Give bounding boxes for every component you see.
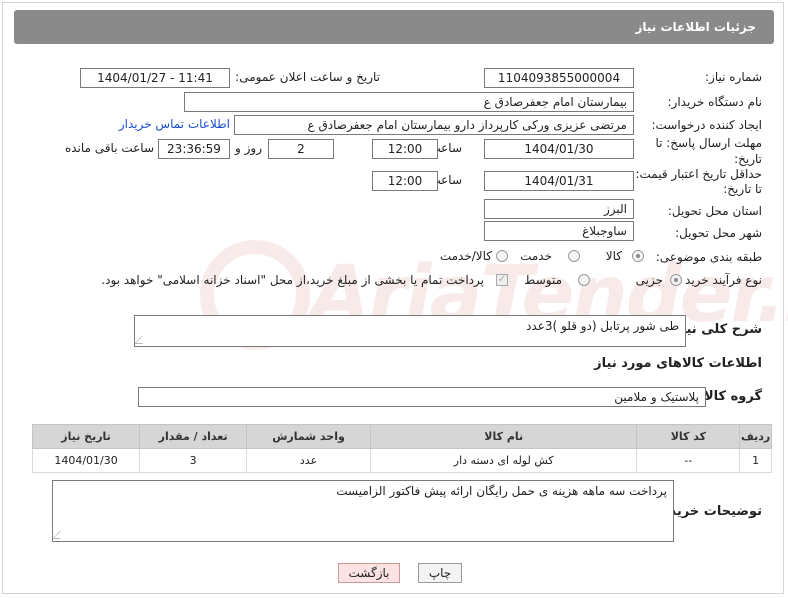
purchase-option-medium: متوسط [524, 273, 562, 287]
price-validity-time-field[interactable]: 12:00 [372, 171, 438, 191]
remaining-time-label: ساعت باقی مانده [64, 141, 154, 155]
price-validity-date-field[interactable]: 1404/01/31 [484, 171, 634, 191]
city-label: شهر محل تحویل: [675, 226, 762, 240]
need-number-field[interactable]: 1104093855000004 [484, 68, 634, 88]
back-button[interactable]: بازگشت [338, 563, 400, 583]
city-field[interactable]: ساوجبلاغ [484, 221, 634, 241]
reply-deadline-label-line2: تاریخ: [734, 152, 762, 166]
items-table: ردیف کد کالا نام کالا واحد شمارش تعداد /… [31, 424, 772, 473]
col-need-date: تاریخ نیاز [31, 424, 141, 449]
buyer-org-label: نام دستگاه خریدار: [667, 95, 763, 109]
need-number-label: شماره نیاز: [705, 70, 762, 84]
province-label: استان محل تحویل: [667, 204, 762, 218]
days-label: روز و [235, 141, 262, 155]
province-field[interactable]: البرز [484, 199, 634, 219]
requester-label: ایجاد کننده درخواست: [651, 118, 762, 132]
buyer-notes-field[interactable]: پرداخت سه ماهه هزینه ی حمل رایگان ارائه … [52, 480, 674, 542]
category-radio-service[interactable] [568, 250, 580, 262]
remaining-time-field[interactable]: 23:36:59 [158, 139, 230, 159]
category-radio-goods[interactable] [632, 250, 644, 262]
days-remaining-field[interactable]: 2 [268, 139, 334, 159]
page-title: جزئیات اطلاعات نیاز [635, 20, 756, 34]
resize-grip-icon[interactable] [134, 336, 150, 344]
col-unit: واحد شمارش [246, 424, 371, 449]
category-option-goods: کالا [605, 249, 622, 263]
category-label: طبقه بندی موضوعی: [655, 250, 762, 264]
treasury-checkbox[interactable]: ✓ [496, 274, 508, 286]
buyer-notes-text: پرداخت سه ماهه هزینه ی حمل رایگان ارائه … [336, 484, 667, 498]
goods-group-label: گروه کالا: [698, 389, 762, 404]
table-header-row: ردیف کد کالا نام کالا واحد شمارش تعداد /… [31, 424, 772, 449]
table-row: 1 -- کش لوله ای دسته دار عدد 3 1404/01/3… [31, 448, 772, 473]
purchase-radio-minor[interactable] [670, 274, 682, 286]
purchase-option-minor: جزیی [635, 273, 663, 287]
col-item-code: کد کالا [636, 424, 741, 449]
col-quantity: تعداد / مقدار [139, 424, 248, 449]
payment-note: پرداخت تمام یا بخشی از مبلغ خرید،از محل … [101, 273, 484, 287]
purchase-radio-medium[interactable] [578, 274, 590, 286]
col-item-name: نام کالا [369, 424, 638, 449]
goods-group-field[interactable]: پلاستیک و ملامین [138, 387, 706, 407]
cell-row-number: 1 [739, 448, 772, 473]
announce-label: تاریخ و ساعت اعلان عمومی: [235, 70, 380, 84]
resize-grip-icon[interactable] [52, 531, 68, 539]
cell-need-date: 1404/01/30 [31, 448, 141, 473]
print-button[interactable]: چاپ [418, 563, 462, 583]
cell-item-name: کش لوله ای دسته دار [369, 448, 638, 473]
col-row-number: ردیف [739, 424, 772, 449]
reply-deadline-label-line1: مهلت ارسال پاسخ: تا [655, 136, 762, 150]
price-validity-label-line1: حداقل تاریخ اعتبار قیمت: [635, 167, 762, 181]
goods-section-title: اطلاعات کالاهای مورد نیاز [594, 356, 762, 371]
description-text: طی شور پرتابل (دو قلو )3عدد [526, 319, 679, 333]
reply-deadline-date-field[interactable]: 1404/01/30 [484, 139, 634, 159]
announce-field[interactable]: 1404/01/27 - 11:41 [80, 68, 230, 88]
cell-quantity: 3 [139, 448, 248, 473]
cell-item-code: -- [636, 448, 741, 473]
description-field[interactable]: طی شور پرتابل (دو قلو )3عدد [134, 315, 686, 347]
purchase-type-label: نوع فرآیند خرید : [677, 273, 762, 287]
reply-deadline-time-field[interactable]: 12:00 [372, 139, 438, 159]
buyer-org-field[interactable]: بیمارستان امام جعفرصادق ع [184, 92, 634, 112]
buyer-contact-link[interactable]: اطلاعات تماس خریدار [119, 117, 230, 131]
category-radio-goods-service[interactable] [496, 250, 508, 262]
requester-field[interactable]: مرتضی عزیزی ورکی کارپرداز دارو بیمارستان… [234, 115, 634, 135]
cell-unit: عدد [246, 448, 371, 473]
category-option-goods-service: کالا/خدمت [439, 249, 492, 263]
category-option-service: خدمت [520, 249, 552, 263]
page-header: جزئیات اطلاعات نیاز [14, 10, 774, 44]
price-validity-label-line2: تا تاریخ: [723, 182, 762, 196]
